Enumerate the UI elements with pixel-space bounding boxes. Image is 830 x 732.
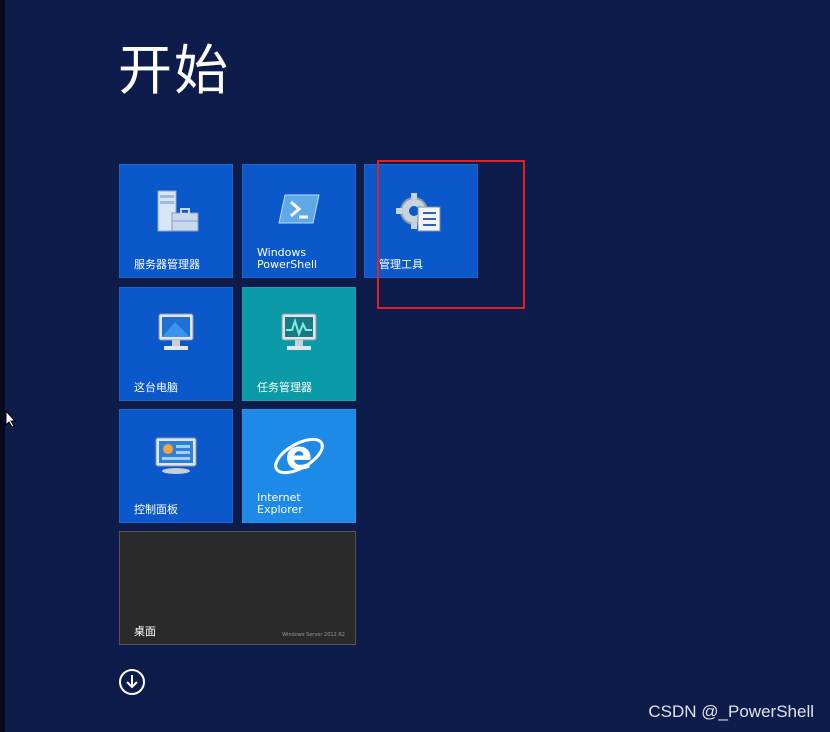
tile-label: Windows PowerShell [257, 246, 318, 271]
watermark: CSDN @_PowerShell [648, 702, 814, 721]
highlight-box [377, 160, 525, 309]
tile-this-pc[interactable]: 这台电脑 [119, 287, 233, 401]
svg-text:e: e [285, 433, 312, 479]
tile-internet-explorer[interactable]: e Internet Explorer [242, 409, 356, 523]
tile-desktop[interactable]: 桌面 Windows Server 2012 R2 [119, 531, 356, 645]
computer-icon [158, 313, 194, 350]
tile-control-panel[interactable]: 控制面板 [119, 409, 233, 523]
tile-label: 桌面 [134, 625, 156, 638]
powershell-icon [278, 194, 320, 224]
all-apps-button[interactable] [119, 669, 145, 695]
tile-label: 这台电脑 [134, 381, 178, 394]
mouse-cursor-icon [5, 410, 17, 428]
control-panel-icon [155, 437, 197, 474]
internet-explorer-icon: e [274, 433, 324, 479]
tile-label: Internet Explorer [257, 491, 303, 516]
task-manager-icon [281, 313, 317, 350]
arrow-down-icon [126, 675, 138, 689]
start-title: 开始 [118, 39, 230, 102]
server-manager-icon [157, 190, 199, 232]
tile-label: 控制面板 [134, 503, 178, 516]
tile-label: 服务器管理器 [134, 258, 200, 271]
tile-task-manager[interactable]: 任务管理器 [242, 287, 356, 401]
tile-powershell[interactable]: Windows PowerShell [242, 164, 356, 278]
tile-label: 任务管理器 [257, 381, 312, 394]
tile-server-manager[interactable]: 服务器管理器 [119, 164, 233, 278]
windows-server-brand: Windows Server 2012 R2 [282, 632, 345, 638]
screen-left-edge [0, 0, 5, 732]
